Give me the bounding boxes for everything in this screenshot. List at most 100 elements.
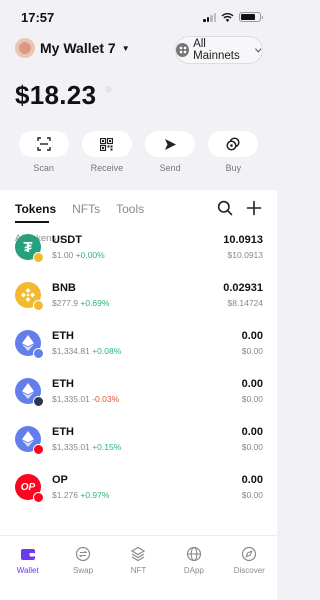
token-change: +0.00% [75, 250, 105, 260]
swap-icon [75, 546, 91, 562]
receive-label: Receive [90, 163, 124, 173]
add-token-icon[interactable] [246, 200, 262, 216]
bottom-nav: Wallet Swap NFT DApp Discover [0, 535, 277, 600]
token-amount: 0.00 [241, 426, 263, 438]
asset-tabs: Tokens NFTs Tools [15, 202, 144, 216]
token-amount: 0.02931 [223, 282, 263, 294]
status-time: 17:57 [21, 10, 55, 25]
status-icons [203, 12, 263, 22]
token-value: $8.14724 [227, 298, 263, 308]
wallet-name: My Wallet 7 [40, 40, 116, 56]
network-grid-icon [176, 43, 190, 57]
token-change: +0.15% [92, 442, 122, 452]
token-value: $10.0913 [227, 250, 263, 260]
token-row-eth-arbitrum[interactable]: ETH $1,335.01 -0.03% 0.00 $0.00 [0, 372, 277, 420]
token-amount: 0.00 [241, 330, 263, 342]
network-selector-button[interactable]: All Mainnets [175, 36, 263, 64]
token-price: $1.00 +0.00% [52, 250, 105, 260]
nft-layers-icon [131, 546, 146, 562]
globe-icon [186, 546, 201, 562]
cellular-signal-icon [203, 12, 216, 22]
wifi-icon [221, 12, 234, 22]
nav-wallet[interactable]: Wallet [3, 546, 53, 600]
scan-icon [36, 137, 51, 151]
send-button[interactable] [145, 131, 196, 157]
token-change: +0.69% [80, 298, 110, 308]
send-action[interactable]: Send [144, 131, 196, 173]
token-symbol: ETH [52, 330, 74, 342]
buy-label: Buy [225, 163, 242, 173]
token-price: $1.276 +0.97% [52, 490, 110, 500]
token-symbol: USDT [52, 234, 82, 246]
token-price: $1,335.01 -0.03% [52, 394, 120, 404]
status-bar: 17:57 [0, 0, 277, 32]
receive-button[interactable] [81, 131, 132, 157]
ethereum-chain-badge-icon [33, 348, 44, 359]
compass-icon [242, 546, 257, 562]
nav-dapp[interactable]: DApp [169, 546, 219, 600]
send-label: Send [159, 163, 181, 173]
tab-tokens[interactable]: Tokens [15, 202, 56, 216]
scan-label: Scan [33, 163, 54, 173]
qr-code-icon [100, 137, 114, 151]
header: My Wallet 7 ▼ All Mainnets [0, 36, 277, 66]
token-row-eth-optimism[interactable]: ETH $1,335.01 +0.15% 0.00 $0.00 [0, 420, 277, 468]
chevron-down-icon [255, 47, 262, 53]
arbitrum-chain-badge-icon [33, 396, 44, 407]
buy-button[interactable] [208, 131, 259, 157]
network-label: All Mainnets [193, 38, 240, 62]
receive-action[interactable]: Receive [81, 131, 133, 173]
nav-label: Wallet [16, 566, 39, 575]
token-symbol: BNB [52, 282, 76, 294]
hide-balance-icon[interactable] [105, 86, 112, 93]
token-amount: 10.0913 [223, 234, 263, 246]
wallet-icon [20, 549, 35, 560]
token-price: $1,334.81 +0.08% [52, 346, 122, 356]
token-value: $0.00 [241, 490, 263, 500]
bnb-chain-badge-icon [33, 300, 44, 311]
scan-action[interactable]: Scan [18, 131, 70, 173]
token-amount: 0.00 [241, 378, 263, 390]
token-amount: 0.00 [241, 474, 263, 486]
token-symbol: ETH [52, 426, 74, 438]
active-tab-indicator [15, 221, 49, 223]
tab-tools[interactable]: Tools [116, 202, 144, 216]
nav-label: DApp [183, 566, 204, 575]
token-row-eth[interactable]: ETH $1,334.81 +0.08% 0.00 $0.00 [0, 324, 277, 372]
nav-discover[interactable]: Discover [224, 546, 274, 600]
search-icon[interactable] [217, 200, 233, 216]
token-change: -0.03% [92, 394, 120, 404]
optimism-chain-badge-icon [33, 444, 44, 455]
token-symbol: ETH [52, 378, 74, 390]
token-price: $1,335.01 +0.15% [52, 442, 122, 452]
wallet-selector[interactable]: My Wallet 7 ▼ [15, 38, 130, 58]
coins-icon [226, 137, 240, 151]
battery-icon [239, 12, 263, 22]
token-row-bnb[interactable]: BNB $277.9 +0.69% 0.02931 $8.14724 [0, 276, 277, 324]
token-value: $0.00 [241, 442, 263, 452]
quick-actions: Scan Receive Send Buy [0, 131, 277, 173]
token-change: +0.97% [80, 490, 110, 500]
nav-label: NFT [130, 566, 147, 575]
tab-nfts[interactable]: NFTs [72, 202, 100, 216]
assets-panel: Tokens NFTs Tools All tokens ▼ ₮ USDT $1… [0, 190, 277, 535]
token-value: $0.00 [241, 346, 263, 356]
avatar [15, 38, 35, 58]
caret-down-icon: ▼ [121, 43, 130, 53]
token-change: +0.08% [92, 346, 122, 356]
nav-label: Swap [73, 566, 94, 575]
send-arrow-icon [164, 138, 176, 150]
token-row-usdt[interactable]: ₮ USDT $1.00 +0.00% 10.0913 $10.0913 [0, 228, 277, 276]
nav-swap[interactable]: Swap [58, 546, 108, 600]
nav-label: Discover [233, 566, 265, 575]
nav-nft[interactable]: NFT [113, 546, 163, 600]
optimism-chain-badge-icon [33, 492, 44, 503]
buy-action[interactable]: Buy [207, 131, 259, 173]
token-row-op[interactable]: OP OP $1.276 +0.97% 0.00 $0.00 [0, 468, 277, 516]
token-price: $277.9 +0.69% [52, 298, 110, 308]
total-balance: $18.23 [15, 80, 97, 110]
scan-button[interactable] [18, 131, 69, 157]
token-value: $0.00 [241, 394, 263, 404]
token-symbol: OP [52, 474, 68, 486]
bnb-chain-badge-icon [33, 252, 44, 263]
